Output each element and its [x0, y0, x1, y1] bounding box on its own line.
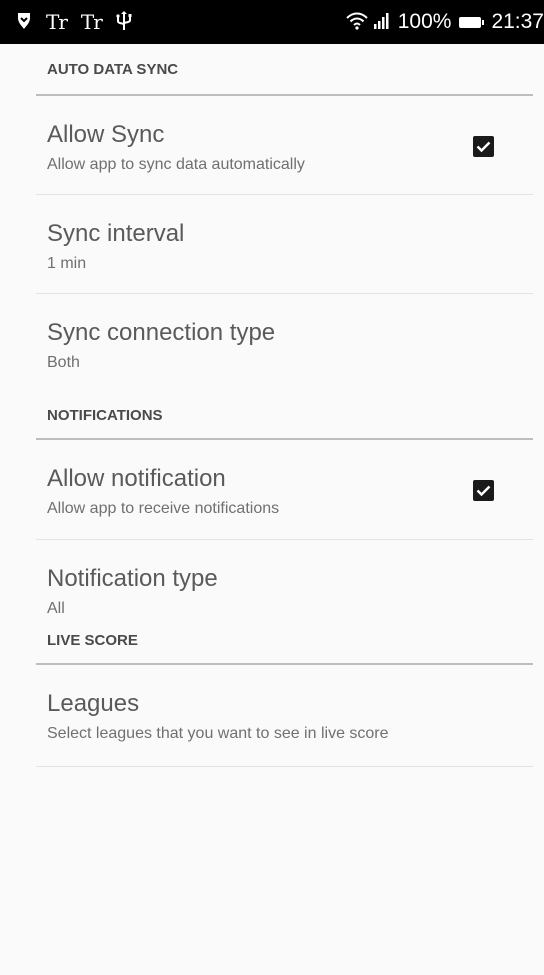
text-size-icon: Tr	[80, 10, 103, 34]
settings-screen: Tr Tr 100% 21:37 AUTO DATA SYNC Allow Sy…	[0, 0, 544, 975]
text-size-icon: Tr	[46, 10, 68, 34]
clock: 21:37	[491, 10, 544, 33]
pref-summary: Both	[47, 354, 80, 371]
allow-sync-checkbox[interactable]	[473, 136, 494, 157]
status-bar: Tr Tr 100% 21:37	[0, 0, 544, 44]
pref-title: Leagues	[47, 690, 140, 717]
status-bar-right: 100% 21:37	[340, 10, 544, 34]
pref-summary: Allow app to sync data automatically	[47, 156, 305, 173]
vpn-shield-icon	[16, 12, 32, 33]
pref-title: Allow Sync	[47, 121, 165, 148]
section-header-notifications: NOTIFICATIONS	[36, 393, 533, 440]
battery-icon	[459, 16, 485, 28]
signal-icon	[373, 12, 392, 32]
usb-icon	[116, 10, 132, 34]
pref-summary: Allow app to receive notifications	[47, 500, 280, 517]
pref-sync-interval[interactable]: Sync interval 1 min	[36, 195, 533, 294]
pref-notification-type[interactable]: Notification type All	[36, 540, 533, 640]
preferences-list: AUTO DATA SYNC Allow Sync Allow app to s…	[0, 44, 544, 767]
wifi-icon	[346, 12, 368, 33]
pref-title: Sync connection type	[47, 319, 276, 346]
pref-allow-notification[interactable]: Allow notification Allow app to receive …	[36, 440, 533, 540]
pref-leagues[interactable]: Leagues Select leagues that you want to …	[36, 665, 533, 767]
pref-summary: All	[47, 600, 65, 617]
check-icon	[476, 141, 491, 153]
allow-notification-checkbox[interactable]	[473, 480, 494, 501]
pref-allow-sync[interactable]: Allow Sync Allow app to sync data automa…	[36, 96, 533, 195]
pref-sync-connection-type[interactable]: Sync connection type Both	[36, 294, 533, 393]
pref-title: Sync interval	[47, 220, 185, 247]
status-bar-left: Tr Tr	[16, 10, 146, 34]
section-header-auto-data-sync: AUTO DATA SYNC	[36, 44, 533, 96]
pref-summary: 1 min	[47, 255, 87, 272]
pref-title: Notification type	[47, 565, 218, 592]
check-icon	[476, 485, 491, 497]
battery-percent: 100%	[397, 10, 452, 33]
pref-summary: Select leagues that you want to see in l…	[47, 725, 389, 742]
pref-title: Allow notification	[47, 465, 226, 492]
